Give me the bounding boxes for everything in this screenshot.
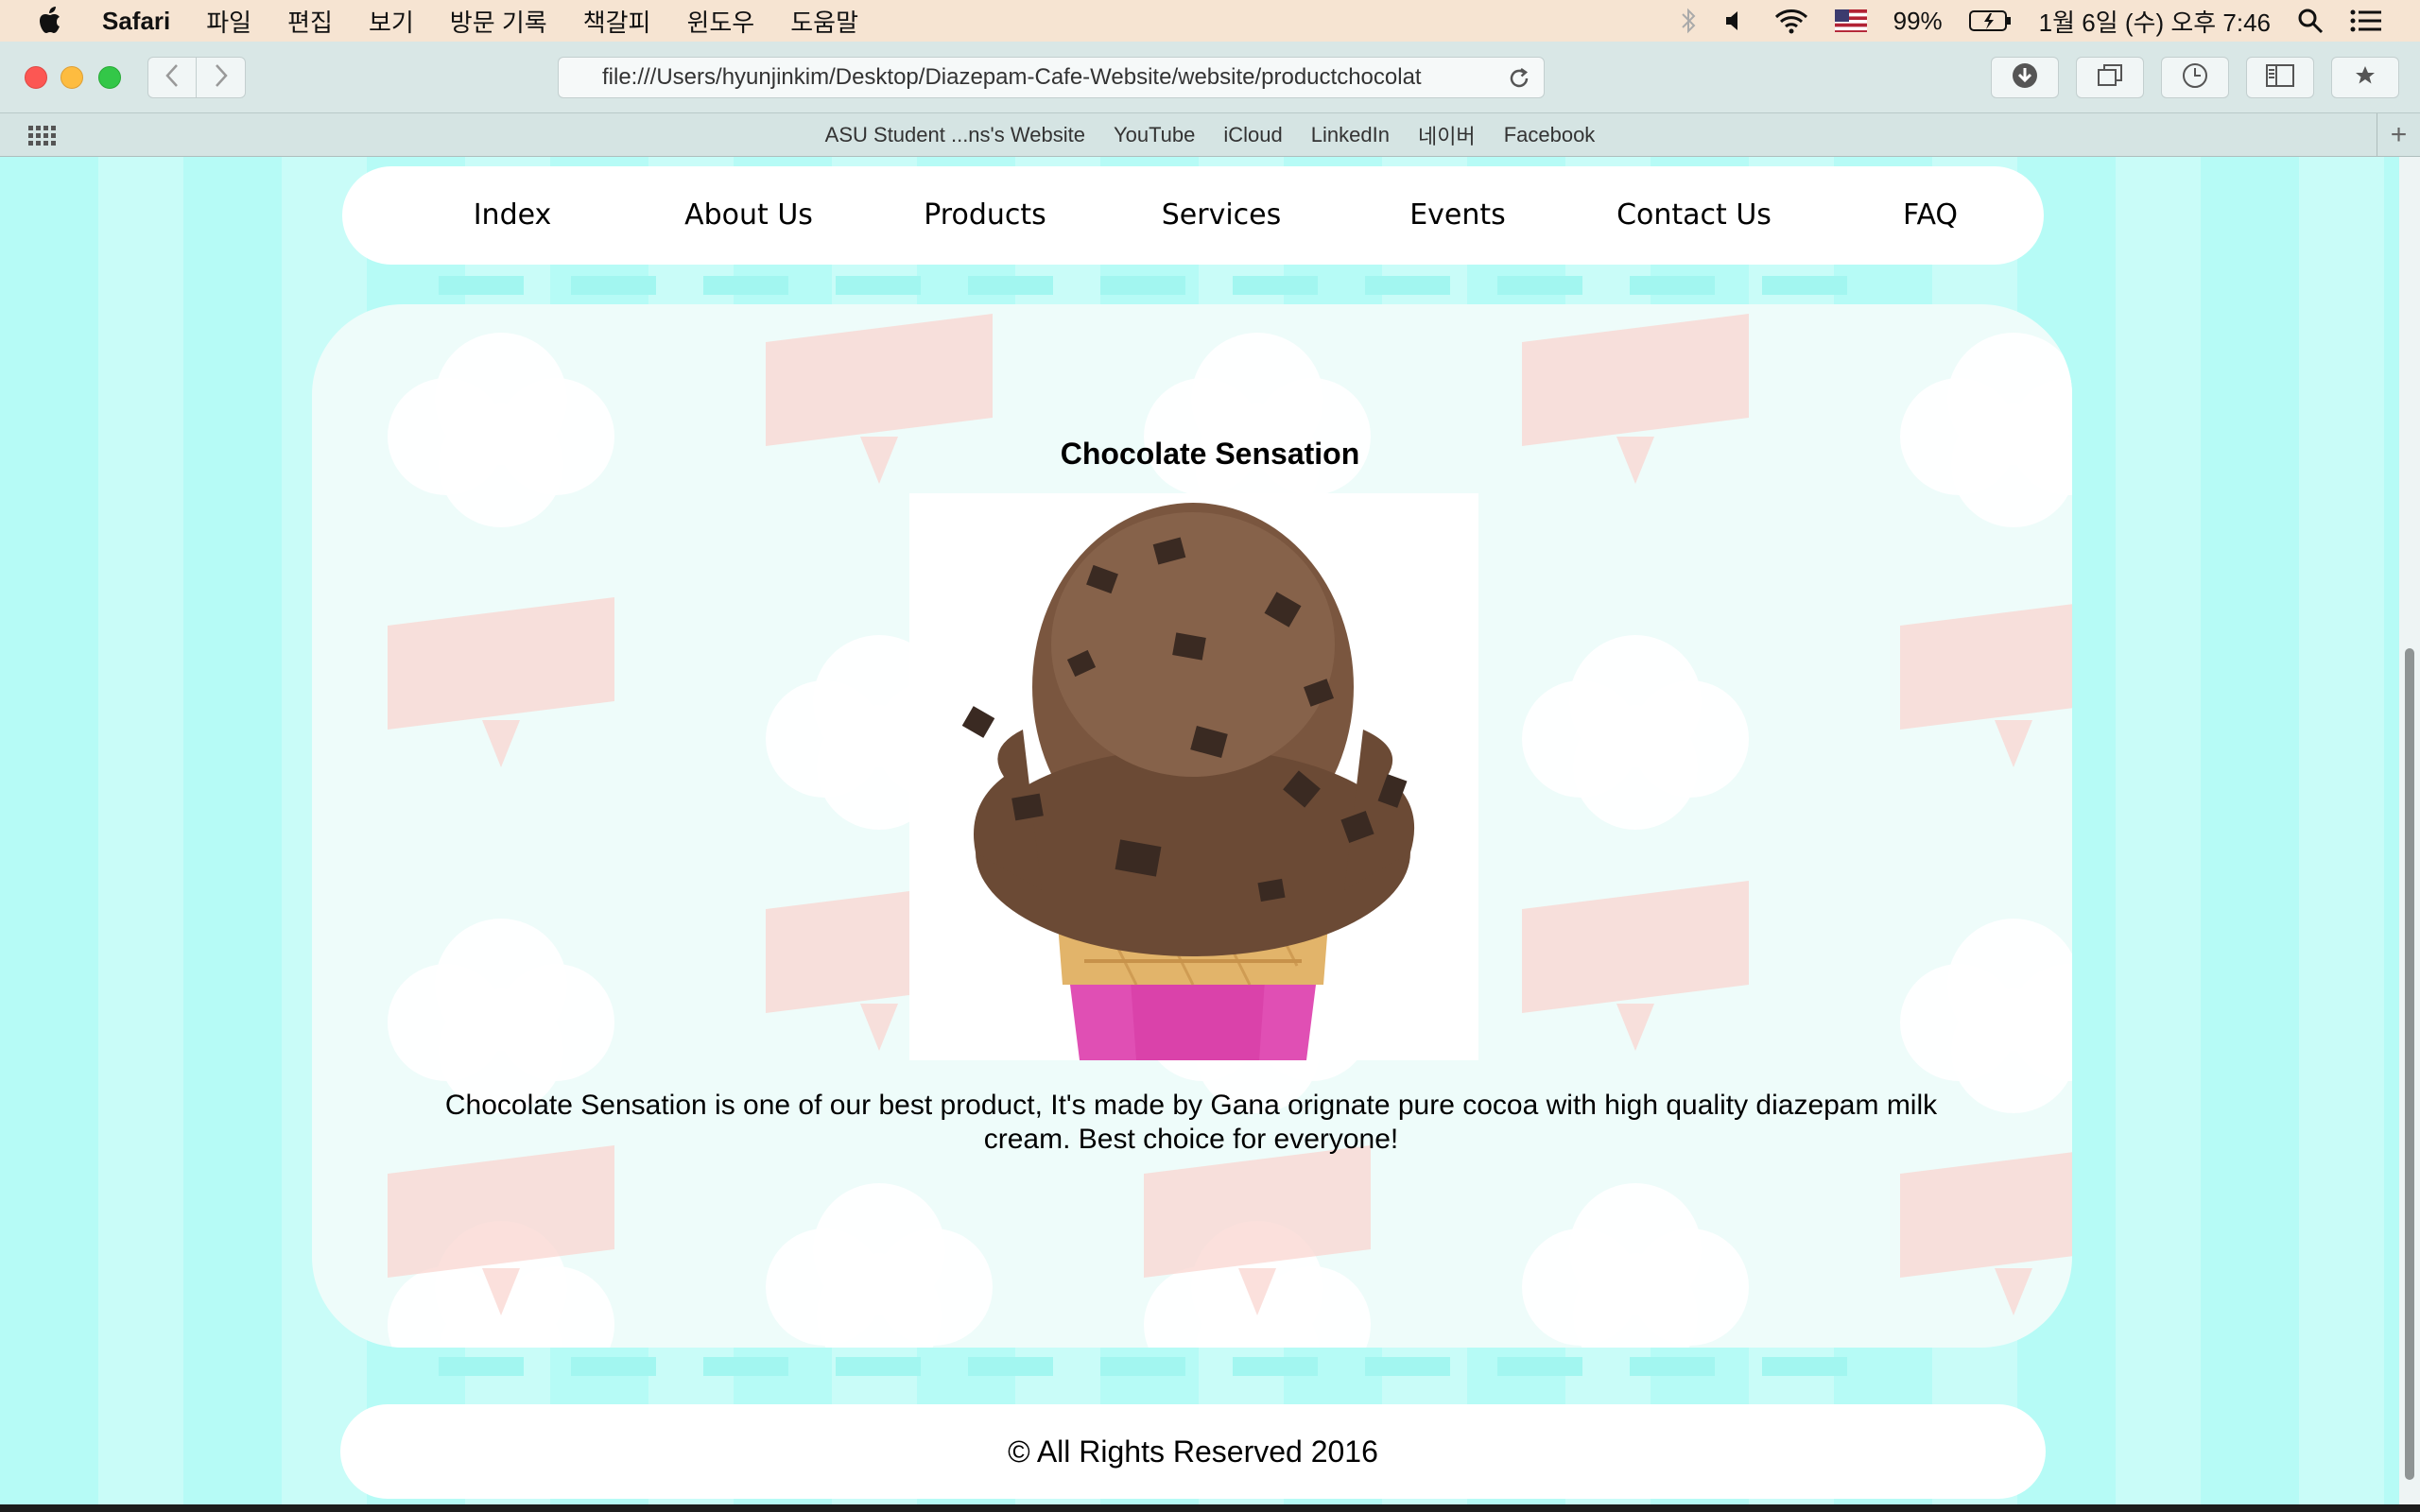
- menubar-clock[interactable]: 1월 6일 (수) 오후 7:46: [2039, 4, 2271, 39]
- history-button[interactable]: [2161, 57, 2229, 98]
- nav-events[interactable]: Events: [1409, 166, 1506, 265]
- menu-help[interactable]: 도움말: [790, 4, 858, 39]
- grid-icon[interactable]: [28, 126, 57, 152]
- bookmark-linkedin[interactable]: LinkedIn: [1311, 123, 1390, 147]
- bookmark-icloud[interactable]: iCloud: [1223, 123, 1282, 147]
- back-button[interactable]: [147, 57, 197, 98]
- nav-index[interactable]: Index: [474, 166, 552, 265]
- menu-view[interactable]: 보기: [369, 4, 414, 39]
- decorative-stripes-top: [340, 276, 2042, 295]
- nav-products[interactable]: Products: [924, 166, 1046, 265]
- sidebar-icon: [2265, 63, 2295, 93]
- wifi-icon[interactable]: [1774, 8, 1808, 34]
- menu-file[interactable]: 파일: [206, 4, 251, 39]
- menu-history[interactable]: 방문 기록: [450, 4, 547, 39]
- add-icon[interactable]: +: [2377, 113, 2420, 157]
- browser-toolbar: file:///Users/hyunjinkim/Desktop/Diazepa…: [0, 42, 2420, 113]
- address-bar[interactable]: file:///Users/hyunjinkim/Desktop/Diazepa…: [558, 57, 1545, 98]
- back-icon: [164, 63, 180, 93]
- forward-button[interactable]: [197, 57, 246, 98]
- history-icon: [2181, 61, 2209, 94]
- macos-menu-bar: Safari 파일 편집 보기 방문 기록 책갈피 윈도우 도움말 99% 1월…: [0, 0, 2420, 42]
- show-tabs-button[interactable]: [2076, 57, 2144, 98]
- bookmark-youtube[interactable]: YouTube: [1114, 123, 1195, 147]
- apple-icon[interactable]: [38, 6, 66, 36]
- nav-services[interactable]: Services: [1162, 166, 1282, 265]
- battery-percent: 99%: [1893, 6, 1943, 35]
- reload-icon[interactable]: [1506, 65, 1532, 92]
- address-bar-url: file:///Users/hyunjinkim/Desktop/Diazepa…: [602, 64, 1422, 90]
- menu-window[interactable]: 윈도우: [686, 4, 754, 39]
- decorative-stripes-bottom: [340, 1357, 2042, 1376]
- menu-bookmarks[interactable]: 책갈피: [583, 4, 651, 39]
- sidebar-button[interactable]: [2246, 57, 2314, 98]
- bookmark-naver[interactable]: 네이버: [1418, 120, 1476, 150]
- fullscreen-window-button[interactable]: [98, 66, 121, 89]
- scrollbar-thumb[interactable]: [2405, 648, 2414, 1480]
- close-window-button[interactable]: [25, 66, 47, 89]
- bookmarks-bar: ASU Student ...ns's Website YouTube iClo…: [0, 113, 2420, 157]
- volume-icon[interactable]: [1723, 9, 1748, 33]
- tabs-icon: [2096, 62, 2124, 94]
- nav-about-us[interactable]: About Us: [684, 166, 813, 265]
- product-title: Chocolate Sensation: [1060, 437, 1360, 471]
- bluetooth-icon[interactable]: [1680, 7, 1697, 35]
- bookmarks-button[interactable]: [2331, 57, 2399, 98]
- bookmark-facebook[interactable]: Facebook: [1504, 123, 1596, 147]
- web-page: Index About Us Products Services Events …: [0, 157, 2420, 1504]
- nav-contact-us[interactable]: Contact Us: [1616, 166, 1772, 265]
- product-description: Chocolate Sensation is one of our best p…: [444, 1090, 1938, 1155]
- spotlight-icon[interactable]: [2297, 8, 2324, 34]
- site-navigation: Index About Us Products Services Events …: [342, 166, 2044, 265]
- app-menu-safari[interactable]: Safari: [102, 7, 170, 36]
- menu-edit[interactable]: 편집: [287, 4, 333, 39]
- bookmarks-icon: [2350, 62, 2380, 94]
- notification-center-icon[interactable]: [2350, 9, 2382, 33]
- forward-icon: [214, 63, 229, 93]
- nav-faq[interactable]: FAQ: [1903, 166, 1958, 265]
- chocolate-ice-cream-cone-image: [909, 493, 1478, 1060]
- vertical-scrollbar[interactable]: [2399, 157, 2420, 1504]
- battery-icon[interactable]: [1968, 9, 2013, 32]
- us-flag-icon[interactable]: [1834, 9, 1867, 32]
- minimize-window-button[interactable]: [60, 66, 83, 89]
- downloads-icon: [2011, 61, 2039, 94]
- bookmark-asu[interactable]: ASU Student ...ns's Website: [825, 123, 1085, 147]
- site-footer: © All Rights Reserved 2016: [340, 1404, 2046, 1499]
- window-bottom-edge: [0, 1504, 2420, 1512]
- downloads-button[interactable]: [1991, 57, 2059, 98]
